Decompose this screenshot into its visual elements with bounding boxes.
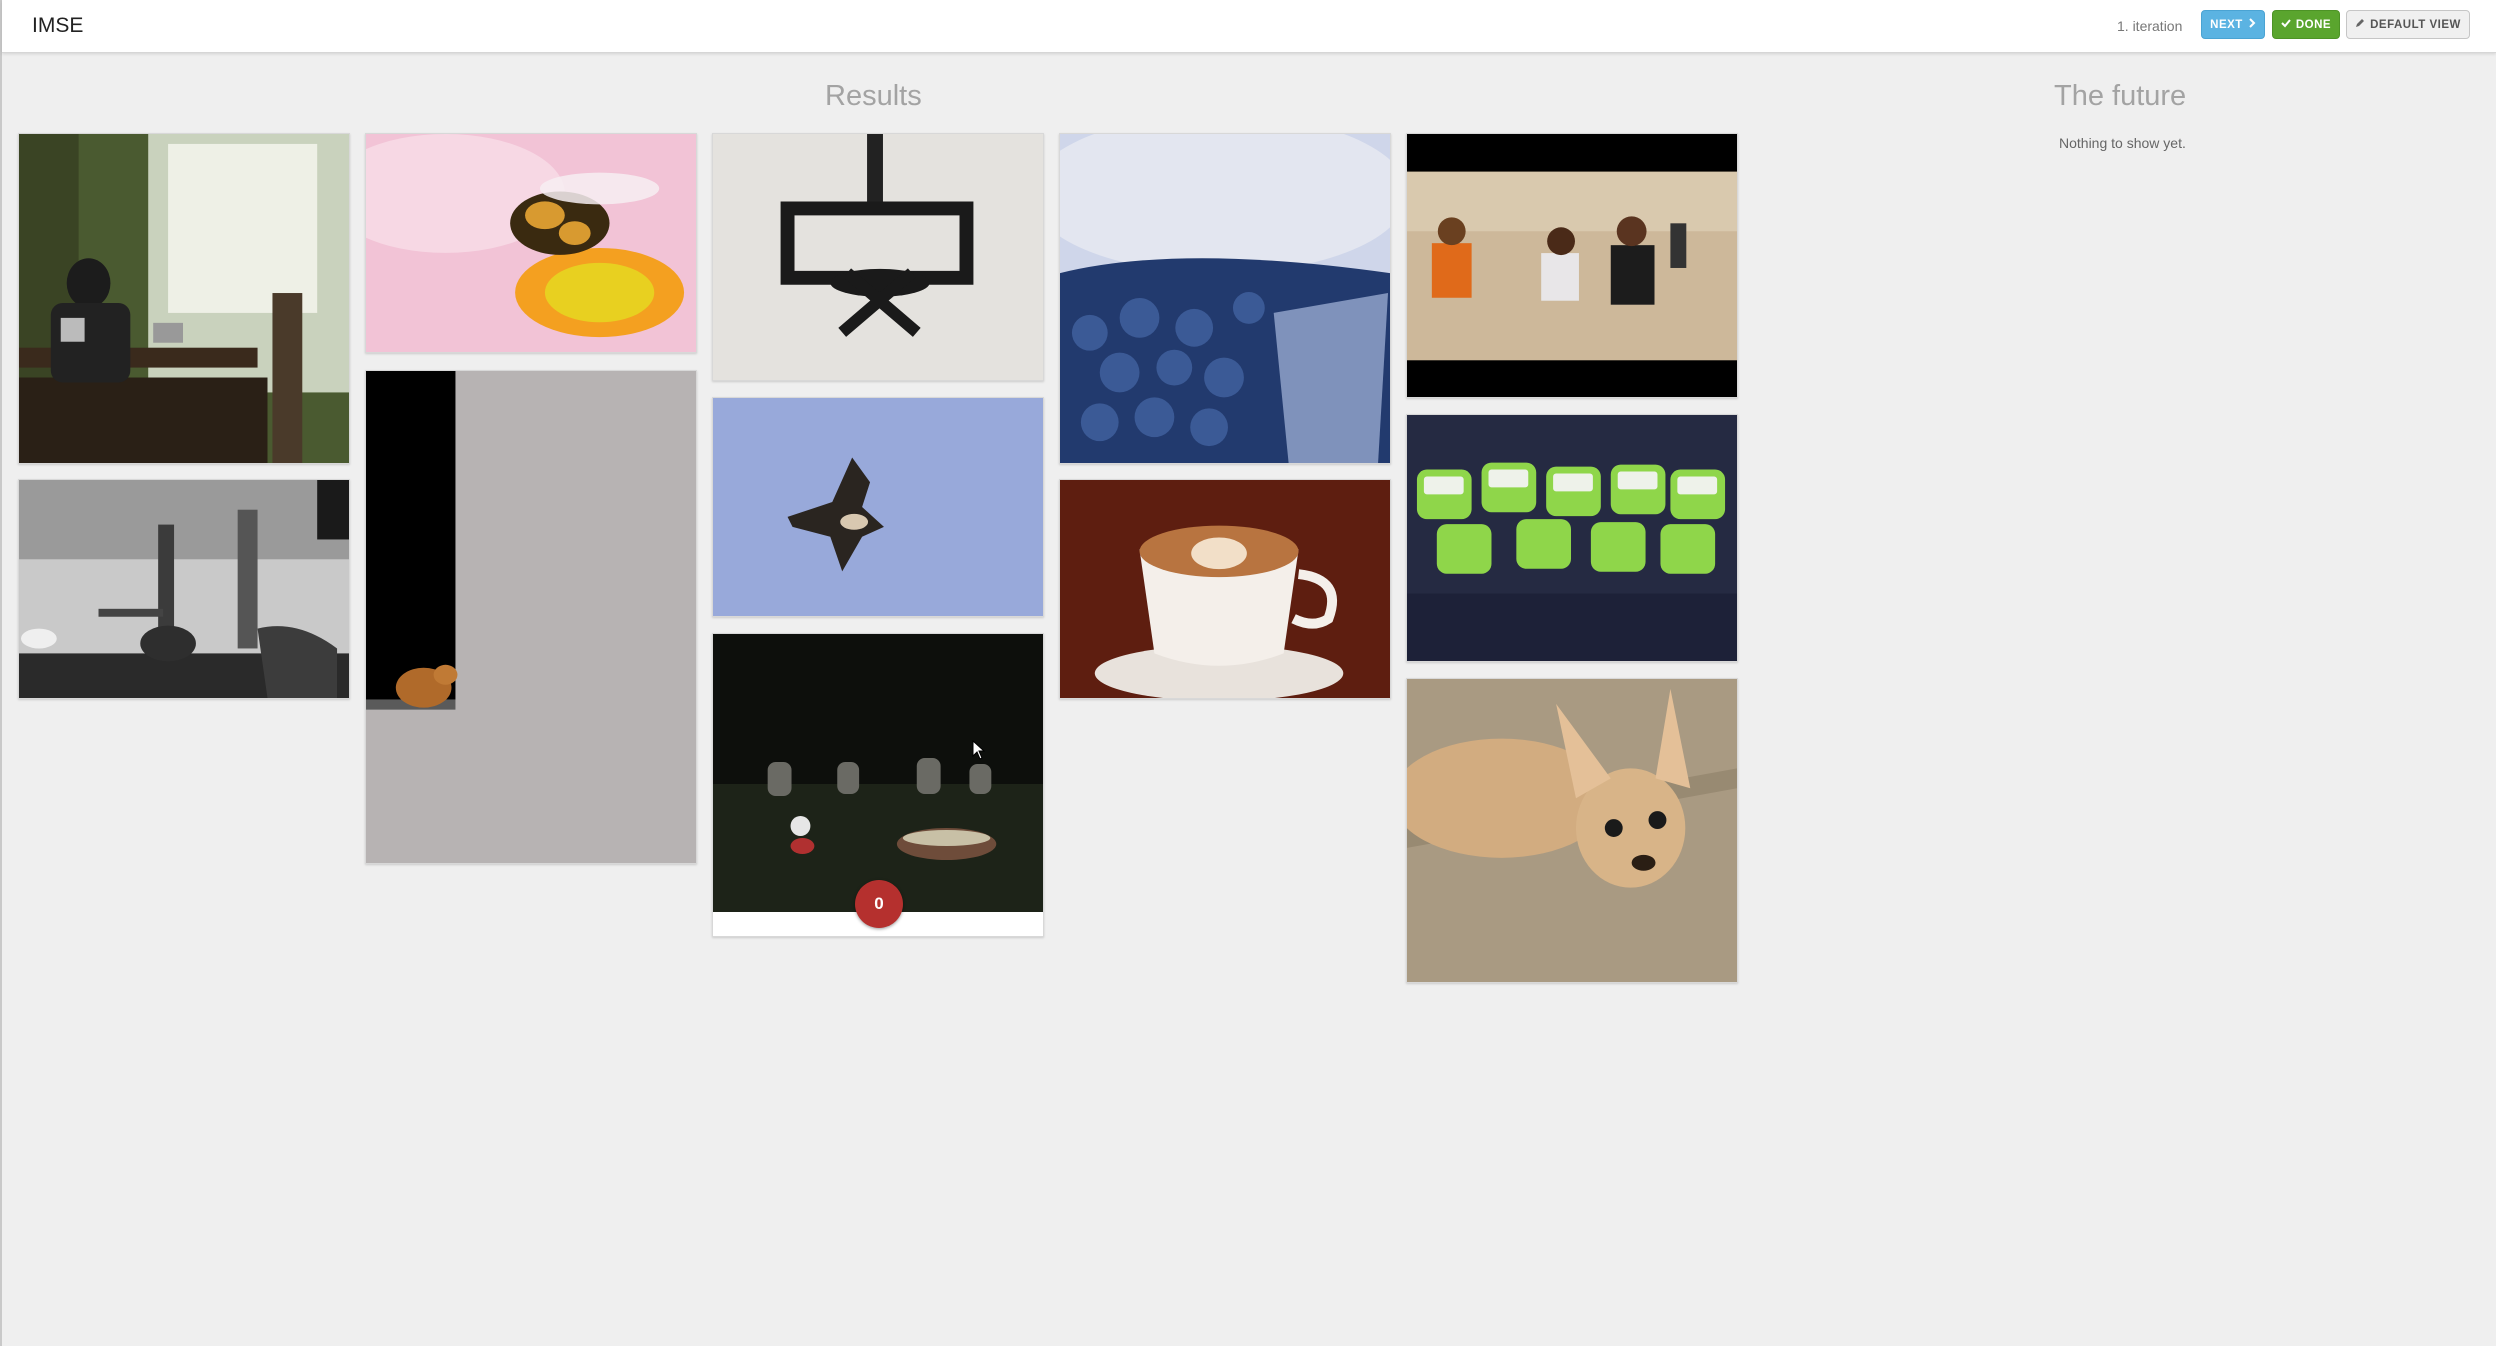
- result-image-kids-beach[interactable]: [1406, 133, 1738, 398]
- done-button[interactable]: DONE: [2272, 10, 2340, 39]
- default-view-button[interactable]: DEFAULT VIEW: [2346, 10, 2470, 39]
- next-button[interactable]: NEXT: [2201, 10, 2265, 39]
- result-image-bee-flower[interactable]: [365, 133, 697, 353]
- result-image-water-pipe[interactable]: [18, 479, 350, 699]
- mouse-cursor-icon: [972, 739, 986, 765]
- result-image-cafe-man[interactable]: [18, 133, 350, 464]
- future-heading: The future: [2054, 80, 2187, 112]
- future-empty-message: Nothing to show yet.: [2059, 135, 2186, 151]
- check-icon: [2281, 18, 2291, 31]
- result-image-latte[interactable]: [1059, 479, 1391, 699]
- app-brand[interactable]: IMSE: [32, 14, 83, 38]
- result-image-chairlift-shadow[interactable]: [712, 133, 1044, 381]
- result-image-hawk-sky[interactable]: [712, 397, 1044, 617]
- result-image-blueberries[interactable]: [1059, 133, 1391, 464]
- rating-badge[interactable]: 0: [855, 880, 903, 928]
- next-button-label: NEXT: [2210, 18, 2243, 31]
- chevron-right-icon: [2248, 18, 2256, 31]
- pencil-icon: [2355, 18, 2365, 31]
- iteration-counter: 1. iteration: [2117, 18, 2183, 34]
- done-button-label: DONE: [2295, 18, 2332, 31]
- default-view-button-label: DEFAULT VIEW: [2370, 18, 2461, 31]
- result-image-cat-wall[interactable]: [365, 370, 697, 864]
- top-navbar: IMSE 1. iteration NEXT DONE DEFAULT VIEW: [2, 0, 2496, 53]
- result-image-chihuahua[interactable]: [1406, 678, 1738, 983]
- results-heading: Results: [825, 80, 922, 112]
- result-image-green-laptops[interactable]: [1406, 414, 1738, 662]
- result-image-graveyard[interactable]: 0: [712, 633, 1044, 937]
